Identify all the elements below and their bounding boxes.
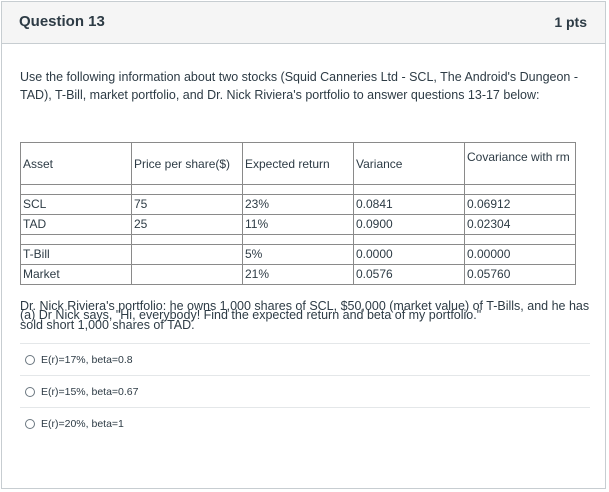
answer-option[interactable]: E(r)=17%, beta=0.8 — [20, 343, 590, 375]
header-price: Price per share($) — [131, 142, 243, 185]
radio-button[interactable] — [25, 386, 35, 397]
table-cell: Market — [20, 264, 132, 285]
header-asset: Asset — [20, 142, 132, 185]
table-spacer-row — [20, 184, 576, 195]
table-cell: 23% — [242, 194, 354, 215]
question-title: Question 13 — [19, 13, 105, 30]
question-points: 1 pts — [554, 14, 587, 30]
asset-table: Asset Price per share($) Expected return… — [20, 142, 576, 285]
header-covariance: Covariance with rm — [464, 142, 576, 185]
table-cell — [131, 264, 243, 285]
table-cell: 0.05760 — [464, 264, 576, 285]
table-row: T-Bill 5% 0.0000 0.00000 — [20, 244, 576, 265]
answer-label[interactable]: E(r)=20%, beta=1 — [41, 418, 124, 430]
table-cell: 21% — [242, 264, 354, 285]
table-cell: 0.02304 — [464, 214, 576, 235]
table-header-row: Asset Price per share($) Expected return… — [20, 142, 576, 185]
table-row: SCL 75 23% 0.0841 0.06912 — [20, 194, 576, 215]
table-spacer-row — [20, 234, 576, 245]
radio-button[interactable] — [25, 418, 35, 429]
question-body: Use the following information about two … — [2, 68, 605, 332]
table-cell: 0.0841 — [353, 194, 465, 215]
header-expected-return: Expected return — [242, 142, 354, 185]
question-card: Question 13 1 pts Use the following info… — [1, 1, 606, 489]
table-cell: 5% — [242, 244, 354, 265]
answer-list: E(r)=17%, beta=0.8 E(r)=15%, beta=0.67 E… — [20, 343, 590, 439]
table-cell: 11% — [242, 214, 354, 235]
table-cell: 0.0576 — [353, 264, 465, 285]
answer-label[interactable]: E(r)=15%, beta=0.67 — [41, 386, 138, 398]
table-cell: T-Bill — [20, 244, 132, 265]
table-cell: SCL — [20, 194, 132, 215]
table-row: Market 21% 0.0576 0.05760 — [20, 264, 576, 285]
header-variance: Variance — [353, 142, 465, 185]
table-cell: 0.0900 — [353, 214, 465, 235]
answer-option[interactable]: E(r)=15%, beta=0.67 — [20, 375, 590, 407]
question-prompt: (a) Dr Nick says, "Hi, everybody! Find t… — [20, 308, 482, 322]
question-header: Question 13 1 pts — [2, 2, 605, 44]
answer-option[interactable]: E(r)=20%, beta=1 — [20, 407, 590, 439]
radio-button[interactable] — [25, 354, 35, 365]
table-cell: 25 — [131, 214, 243, 235]
table-cell: 0.00000 — [464, 244, 576, 265]
table-cell: 75 — [131, 194, 243, 215]
table-cell: 0.0000 — [353, 244, 465, 265]
table-cell: 0.06912 — [464, 194, 576, 215]
intro-text: Use the following information about two … — [20, 70, 579, 102]
table-cell: TAD — [20, 214, 132, 235]
table-cell — [131, 244, 243, 265]
table-row: TAD 25 11% 0.0900 0.02304 — [20, 214, 576, 235]
answer-label[interactable]: E(r)=17%, beta=0.8 — [41, 354, 133, 366]
